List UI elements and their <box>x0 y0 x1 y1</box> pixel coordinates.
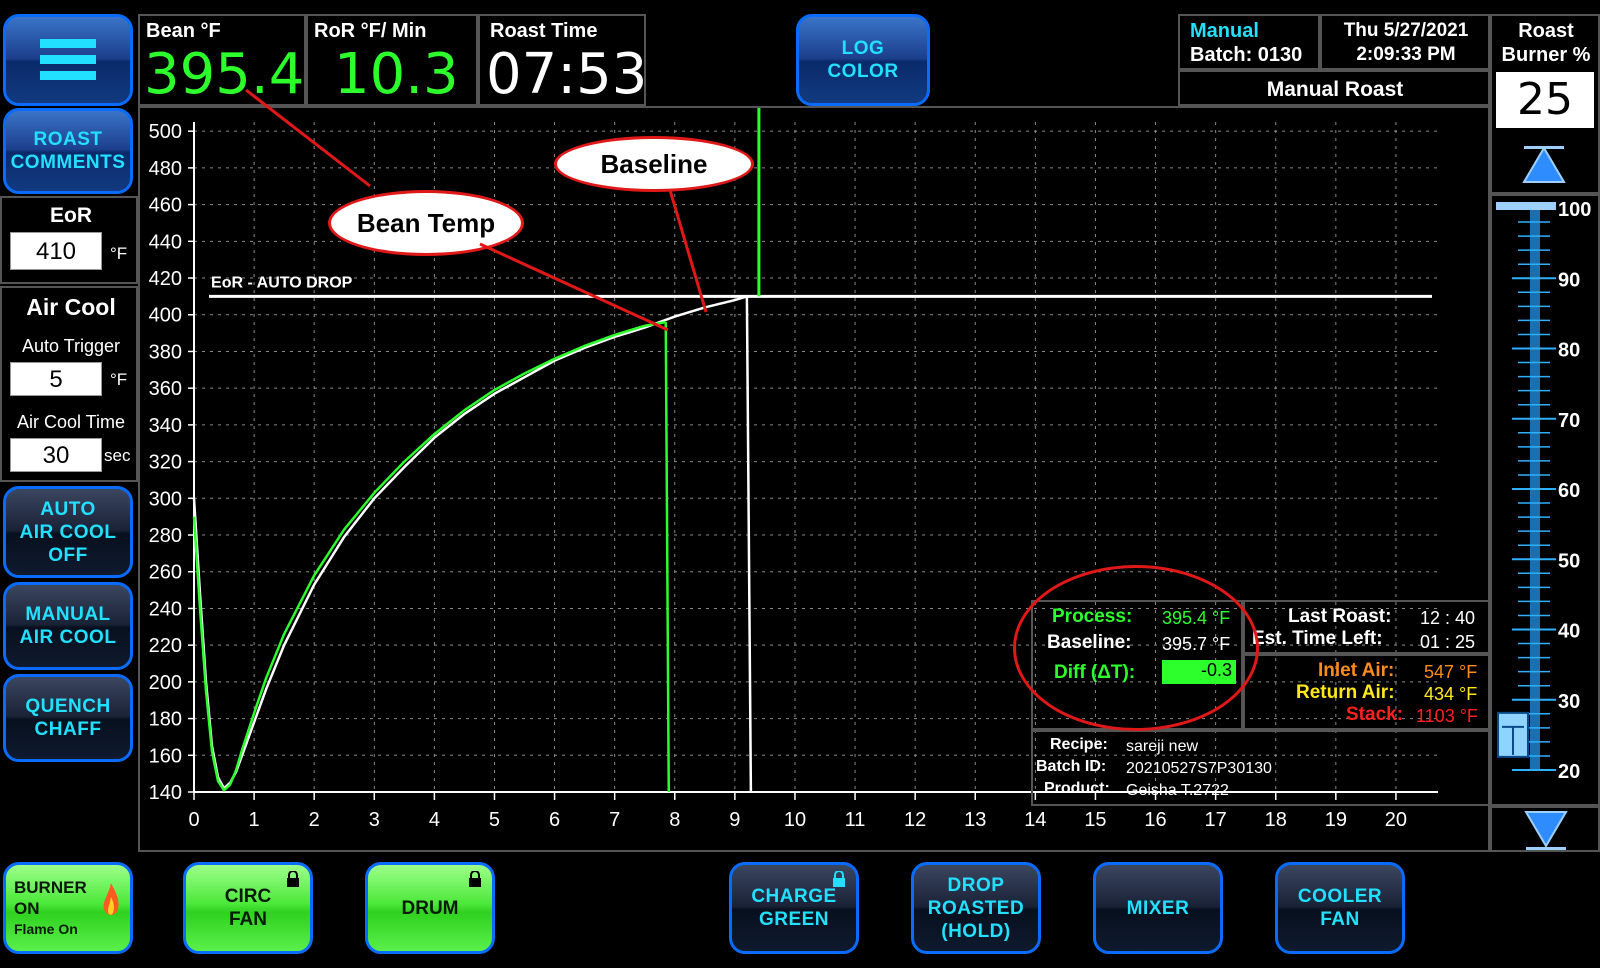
slider-tick-label: 50 <box>1558 550 1580 572</box>
highlight-circle <box>1013 565 1259 731</box>
return-air-label: Return Air: <box>1296 682 1395 703</box>
batch-id-label: Batch ID: <box>1036 758 1107 775</box>
last-roast-value: 12 : 40 <box>1420 608 1476 628</box>
burner-label: ON <box>14 898 40 918</box>
slider-tick-label: 30 <box>1558 691 1580 713</box>
drop-roasted-label: DROP <box>947 874 1005 896</box>
lock-icon <box>469 871 481 887</box>
charge-green-label: CHARGE <box>751 886 837 907</box>
slider-tick-label: 70 <box>1558 410 1580 432</box>
stack-label: Stack: <box>1346 704 1404 725</box>
est-time-label: Est. Time Left: <box>1252 628 1383 649</box>
burner-slider[interactable]: 100 90 80 70 60 50 40 30 20 <box>1492 196 1600 804</box>
slider-tick-label: 40 <box>1558 621 1580 643</box>
cooler-fan-label: COOLER <box>1297 886 1383 907</box>
slider-tick-label: 100 <box>1558 199 1591 221</box>
burner-slider-panel: 100 90 80 70 60 50 40 30 20 <box>1490 194 1600 806</box>
slider-tick-label: 90 <box>1558 269 1580 291</box>
slider-top-cap <box>1496 202 1556 210</box>
drop-roasted-label: ROASTED <box>927 897 1025 919</box>
est-time-value: 01 : 25 <box>1420 632 1476 652</box>
circ-fan-button[interactable]: CIRC FAN <box>183 862 313 954</box>
triangle-down-icon[interactable] <box>1524 810 1568 850</box>
drum-label: DRUM <box>401 897 459 919</box>
drum-button[interactable]: DRUM <box>365 862 495 954</box>
charge-green-label: GREEN <box>758 909 830 930</box>
lock-icon <box>833 871 845 887</box>
batch-id-value: 20210527S7P30130 <box>1126 760 1272 777</box>
circ-fan-label: FAN <box>229 909 267 930</box>
charge-green-button[interactable]: CHARGE GREEN <box>729 862 859 954</box>
burner-label: BURNER <box>14 877 87 897</box>
cooler-fan-button[interactable]: COOLER FAN <box>1275 862 1405 954</box>
stack-value: 1103 °F <box>1416 706 1478 726</box>
last-roast-label: Last Roast: <box>1288 606 1392 627</box>
inlet-air-value: 547 °F <box>1424 662 1478 682</box>
return-air-value: 434 °F <box>1424 684 1478 704</box>
recipe-value: sareji new <box>1126 738 1199 755</box>
callout-pointers <box>245 88 708 332</box>
lock-icon <box>287 871 299 887</box>
product-value: Geisha T.2722 <box>1126 782 1229 799</box>
flame-icon <box>103 883 119 915</box>
drop-roasted-label: (HOLD) <box>941 920 1011 942</box>
inlet-air-label: Inlet Air: <box>1318 660 1395 681</box>
burner-down-panel <box>1490 806 1600 852</box>
circ-fan-label: CIRC <box>224 886 272 907</box>
burner-button[interactable]: BURNER ON Flame On <box>3 862 133 954</box>
mixer-label: MIXER <box>1126 897 1190 919</box>
slider-tick-label: 60 <box>1558 480 1580 502</box>
mixer-button[interactable]: MIXER <box>1093 862 1223 954</box>
slider-tick-label: 20 <box>1558 761 1580 783</box>
recipe-label: Recipe: <box>1050 736 1108 753</box>
slider-tick-label: 80 <box>1558 340 1580 362</box>
drop-roasted-button[interactable]: DROP ROASTED (HOLD) <box>911 862 1041 954</box>
cooler-fan-label: FAN <box>1320 909 1360 930</box>
burner-label: Flame On <box>14 920 78 937</box>
product-label: Product: <box>1044 780 1110 797</box>
